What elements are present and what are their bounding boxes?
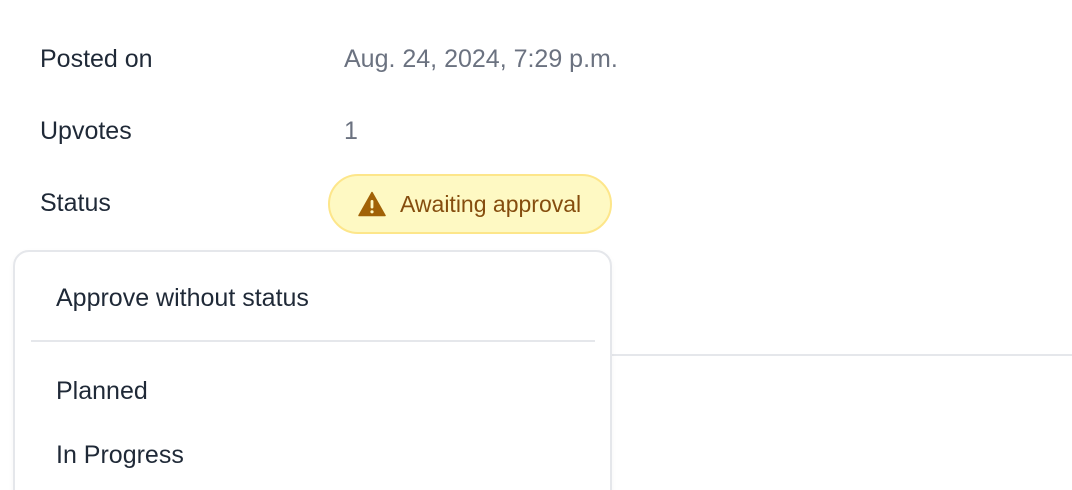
- posted-on-value: Aug. 24, 2024, 7:29 p.m.: [344, 45, 618, 73]
- status-dropdown-menu: Approve without status Planned In Progre…: [13, 250, 612, 490]
- status-badge-button[interactable]: Awaiting approval: [328, 174, 612, 234]
- status-label: Status: [40, 189, 111, 217]
- post-details-page: Posted on Aug. 24, 2024, 7:29 p.m. Upvot…: [0, 0, 1072, 490]
- status-badge-text: Awaiting approval: [400, 190, 582, 217]
- menu-item-planned[interactable]: Planned: [56, 371, 148, 411]
- upvotes-label: Upvotes: [40, 117, 132, 145]
- posted-on-label: Posted on: [40, 45, 153, 73]
- warning-triangle-icon: [358, 191, 386, 217]
- upvotes-value: 1: [344, 117, 358, 145]
- menu-item-approve-without-status[interactable]: Approve without status: [56, 278, 309, 318]
- section-divider: [600, 354, 1072, 356]
- menu-item-in-progress[interactable]: In Progress: [56, 435, 184, 475]
- menu-separator: [31, 340, 595, 342]
